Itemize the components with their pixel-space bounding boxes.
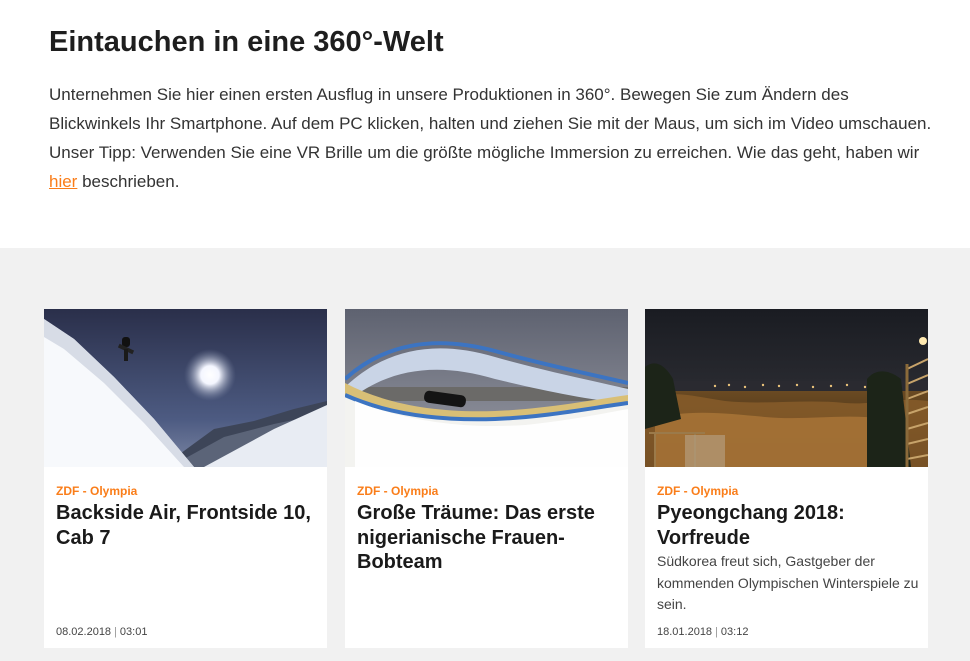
card-title[interactable]: Backside Air, Frontside 10, Cab 7 (56, 501, 318, 550)
video-thumbnail-pyeongchang[interactable] (645, 309, 928, 467)
card-date: 18.01.2018 (657, 626, 713, 638)
intro-text-part-2: beschrieben. (77, 172, 180, 191)
intro-text-part-1: Unternehmen Sie hier einen ersten Ausflu… (49, 85, 932, 162)
card-meta: 18.01.2018 | 03:12 (657, 626, 748, 638)
card-title[interactable]: Große Träume: Das erste nigerianische Fr… (357, 501, 619, 575)
video-gallery: ZDF - Olympia Backside Air, Frontside 10… (0, 248, 970, 661)
video-card[interactable]: ZDF - Olympia Große Träume: Das erste ni… (345, 309, 628, 648)
video-thumbnail-bobsleigh[interactable] (345, 309, 628, 467)
card-kicker: ZDF - Olympia (357, 484, 439, 498)
card-description: Südkorea freut sich, Gastgeber der komme… (657, 553, 919, 612)
card-kicker: ZDF - Olympia (56, 484, 138, 498)
snowboard-jump-image (44, 309, 327, 467)
video-thumbnail-snowboard[interactable] (44, 309, 327, 467)
meta-separator: | (715, 626, 718, 638)
card-duration: 03:01 (119, 626, 148, 638)
card-duration: 03:12 (720, 626, 749, 638)
video-card[interactable]: ZDF - Olympia Pyeongchang 2018: Vorfreud… (645, 309, 928, 648)
card-kicker: ZDF - Olympia (657, 484, 739, 498)
hier-link[interactable]: hier (49, 172, 77, 191)
intro-text: Unternehmen Sie hier einen ersten Ausflu… (49, 80, 939, 196)
bobsleigh-track-image (345, 309, 628, 467)
meta-separator: | (114, 626, 117, 638)
video-card[interactable]: ZDF - Olympia Backside Air, Frontside 10… (44, 309, 327, 648)
card-title[interactable]: Pyeongchang 2018: Vorfreude (657, 501, 919, 550)
card-meta: 08.02.2018 | 03:01 (56, 626, 147, 638)
intro-section: Eintauchen in eine 360°-Welt Unternehmen… (0, 0, 970, 248)
page-title: Eintauchen in eine 360°-Welt (49, 26, 444, 58)
night-city-panorama-image (645, 309, 928, 467)
card-date: 08.02.2018 (56, 626, 112, 638)
